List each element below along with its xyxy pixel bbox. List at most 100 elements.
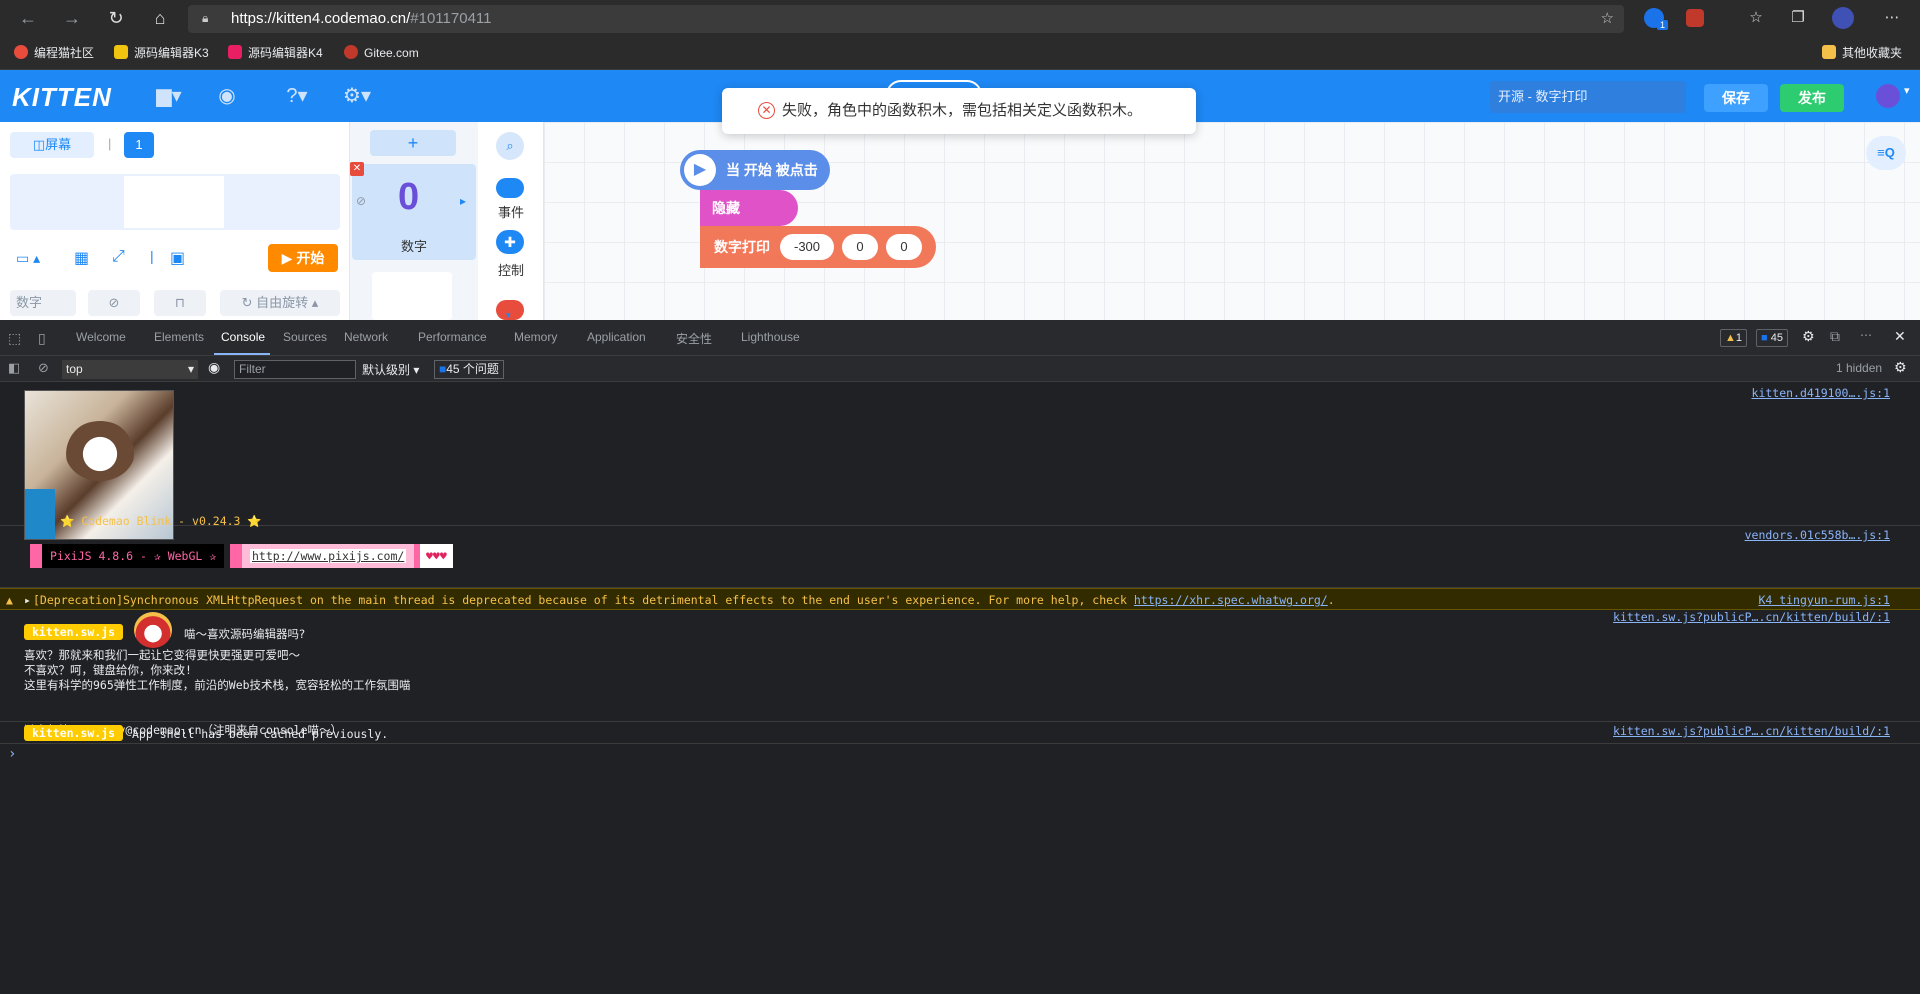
tab-elements[interactable]: Elements	[154, 330, 204, 344]
console-prompt[interactable]: ›	[8, 746, 16, 762]
tab-performance[interactable]: Performance	[418, 330, 487, 344]
arg-z[interactable]: 0	[886, 234, 922, 260]
robot-icon[interactable]: ◉	[210, 84, 244, 108]
hide-block[interactable]: 隐藏	[700, 190, 798, 226]
publish-button[interactable]: 发布	[1780, 84, 1844, 112]
source-link[interactable]: vendors.01c558b….js:1	[1745, 528, 1890, 542]
tab-security[interactable]: 安全性	[676, 330, 712, 347]
tab-welcome[interactable]: Welcome	[76, 330, 126, 344]
scroll-down-icon[interactable]: ▾	[506, 310, 511, 320]
stage-preview[interactable]	[10, 174, 340, 230]
warning-counter[interactable]: ▲1	[1720, 329, 1748, 347]
arg-x[interactable]: -300	[780, 234, 834, 260]
clear-console-icon[interactable]: ⊘	[38, 360, 49, 376]
home-icon[interactable]: ⌂	[146, 4, 174, 32]
project-name-input[interactable]: 开源 - 数字打印	[1490, 81, 1686, 113]
zoom-search-icon[interactable]: ≡Q	[1866, 136, 1906, 170]
screen-button[interactable]: ◫屏幕	[10, 132, 94, 158]
gear-icon[interactable]: ⚙▾	[340, 84, 374, 108]
save-button[interactable]: 保存	[1704, 84, 1768, 112]
fullscreen-icon[interactable]: ⤢	[112, 248, 125, 266]
bookmark-2[interactable]: 源码编辑器K3	[114, 42, 209, 64]
image-icon[interactable]: ▭ ▴	[16, 250, 40, 267]
sidebar-toggle-icon[interactable]: ◧	[8, 360, 20, 376]
help-icon[interactable]: ?▾	[280, 84, 314, 108]
source-link[interactable]: kitten.sw.js?publicP….cn/kitten/build/:1	[1613, 724, 1890, 738]
lock-icon[interactable]: ⊓	[154, 290, 206, 316]
tab-sources[interactable]: Sources	[283, 330, 327, 344]
screen-icon: ◫	[32, 137, 46, 152]
category-event[interactable]: 事件	[486, 202, 536, 221]
back-icon[interactable]: ←	[14, 4, 42, 32]
sprite-name-field[interactable]: 数字	[10, 290, 76, 316]
screen-number[interactable]: 1	[124, 132, 154, 158]
tab-lighthouse[interactable]: Lighthouse	[741, 330, 800, 344]
bookmark-3[interactable]: 源码编辑器K4	[228, 42, 323, 64]
grid-icon[interactable]: ▦	[74, 248, 89, 268]
address-bar[interactable]: 🔒︎ https://kitten4.codemao.cn/#101170411…	[188, 5, 1624, 33]
tab-network[interactable]: Network	[344, 330, 388, 344]
dock-icon[interactable]: ⧉	[1830, 328, 1840, 345]
event-category-icon[interactable]	[496, 178, 524, 198]
control-category-icon[interactable]: ✚	[496, 230, 524, 254]
favorite-add-icon[interactable]: ☆	[1601, 9, 1614, 27]
close-icon[interactable]: ✕	[1894, 328, 1906, 345]
favorites-icon[interactable]: ☆	[1744, 6, 1768, 30]
issues-counter[interactable]: ■ 45	[1756, 329, 1788, 347]
extension-badge: 1	[1657, 20, 1669, 30]
user-avatar[interactable]	[1876, 84, 1900, 108]
hidden-eye-icon[interactable]: ⊘	[356, 194, 366, 208]
chevron-down-icon[interactable]: ▾	[1904, 84, 1910, 97]
arg-y[interactable]: 0	[842, 234, 878, 260]
forward-icon[interactable]: →	[58, 4, 86, 32]
profile-avatar[interactable]	[1832, 7, 1854, 29]
app-logo: KITTEN	[12, 82, 112, 112]
settings-gear-icon[interactable]: ⚙	[1802, 328, 1815, 345]
folder-icon[interactable]: ▆▾	[152, 84, 186, 108]
search-icon[interactable]: ⌕	[496, 132, 524, 160]
add-sprite-button[interactable]: +	[370, 130, 456, 156]
delete-icon[interactable]: ✕	[350, 162, 364, 176]
rotation-select[interactable]: ↻ 自由旋转 ▴	[220, 290, 340, 316]
tab-console[interactable]: Console	[221, 330, 265, 344]
browser-chrome: ← → ↻ ⌂ 🔒︎ https://kitten4.codemao.cn/#1…	[0, 0, 1920, 70]
divider-2: |	[150, 248, 154, 264]
log-level-select[interactable]: 默认级别 ▾	[362, 361, 419, 378]
device-icon[interactable]: ▯	[38, 330, 46, 347]
warning-icon: ▲	[6, 593, 13, 607]
code-workspace[interactable]: ▶ 当 开始 被点击 隐藏 数字打印 -300 0 0 ≡Q	[544, 122, 1920, 320]
sprite-card-2[interactable]	[372, 272, 452, 320]
extension-2-icon[interactable]	[1686, 9, 1704, 27]
more-menu-icon[interactable]: ⋯	[1880, 6, 1904, 30]
bookmark-1[interactable]: 编程猫社区	[14, 42, 94, 64]
collections-icon[interactable]: ❐	[1786, 6, 1810, 30]
visibility-icon[interactable]: ⊘	[88, 290, 140, 316]
tab-application[interactable]: Application	[587, 330, 646, 344]
bookmark-4[interactable]: Gitee.com	[344, 42, 419, 64]
inspect-icon[interactable]: ⬚	[8, 330, 21, 347]
category-control[interactable]: 控制	[486, 260, 536, 279]
chevron-right-icon[interactable]: ▸	[460, 194, 466, 208]
source-link[interactable]: K4 tingyun-rum.js:1	[1758, 593, 1890, 607]
source-link[interactable]: kitten.d419100….js:1	[1752, 386, 1890, 400]
more-options-icon[interactable]: ⋯	[1860, 328, 1872, 342]
tab-memory[interactable]: Memory	[514, 330, 557, 344]
pixi-link[interactable]: http://www.pixijs.com/	[250, 549, 407, 563]
sprite-card[interactable]: ✕ ⊘ 0 ▸ 数字	[350, 162, 476, 260]
issues-button[interactable]: ■45 个问题	[434, 360, 504, 379]
warning-link[interactable]: https://xhr.spec.whatwg.org/	[1134, 593, 1328, 607]
log-entry-pixi: PixiJS 4.8.6 - ✰ WebGL ✰ http://www.pixi…	[0, 526, 1920, 588]
context-select[interactable]: top ▾	[62, 360, 198, 379]
other-bookmarks[interactable]: 其他收藏夹	[1822, 42, 1902, 64]
filter-input[interactable]: Filter	[234, 360, 356, 379]
live-expression-eye-icon[interactable]: ◉	[208, 359, 220, 376]
start-button[interactable]: ▶ 开始	[268, 244, 338, 272]
when-start-clicked-block[interactable]: ▶ 当 开始 被点击	[680, 150, 830, 190]
expand-arrow-icon[interactable]: ▸	[24, 593, 31, 607]
stage-canvas	[124, 176, 224, 228]
reload-icon[interactable]: ↻	[102, 4, 130, 32]
present-icon[interactable]: ▣	[170, 248, 185, 268]
number-print-block[interactable]: 数字打印 -300 0 0	[700, 226, 936, 268]
console-settings-icon[interactable]: ⚙	[1894, 359, 1907, 376]
source-link[interactable]: kitten.sw.js?publicP….cn/kitten/build/:1	[1613, 610, 1890, 624]
